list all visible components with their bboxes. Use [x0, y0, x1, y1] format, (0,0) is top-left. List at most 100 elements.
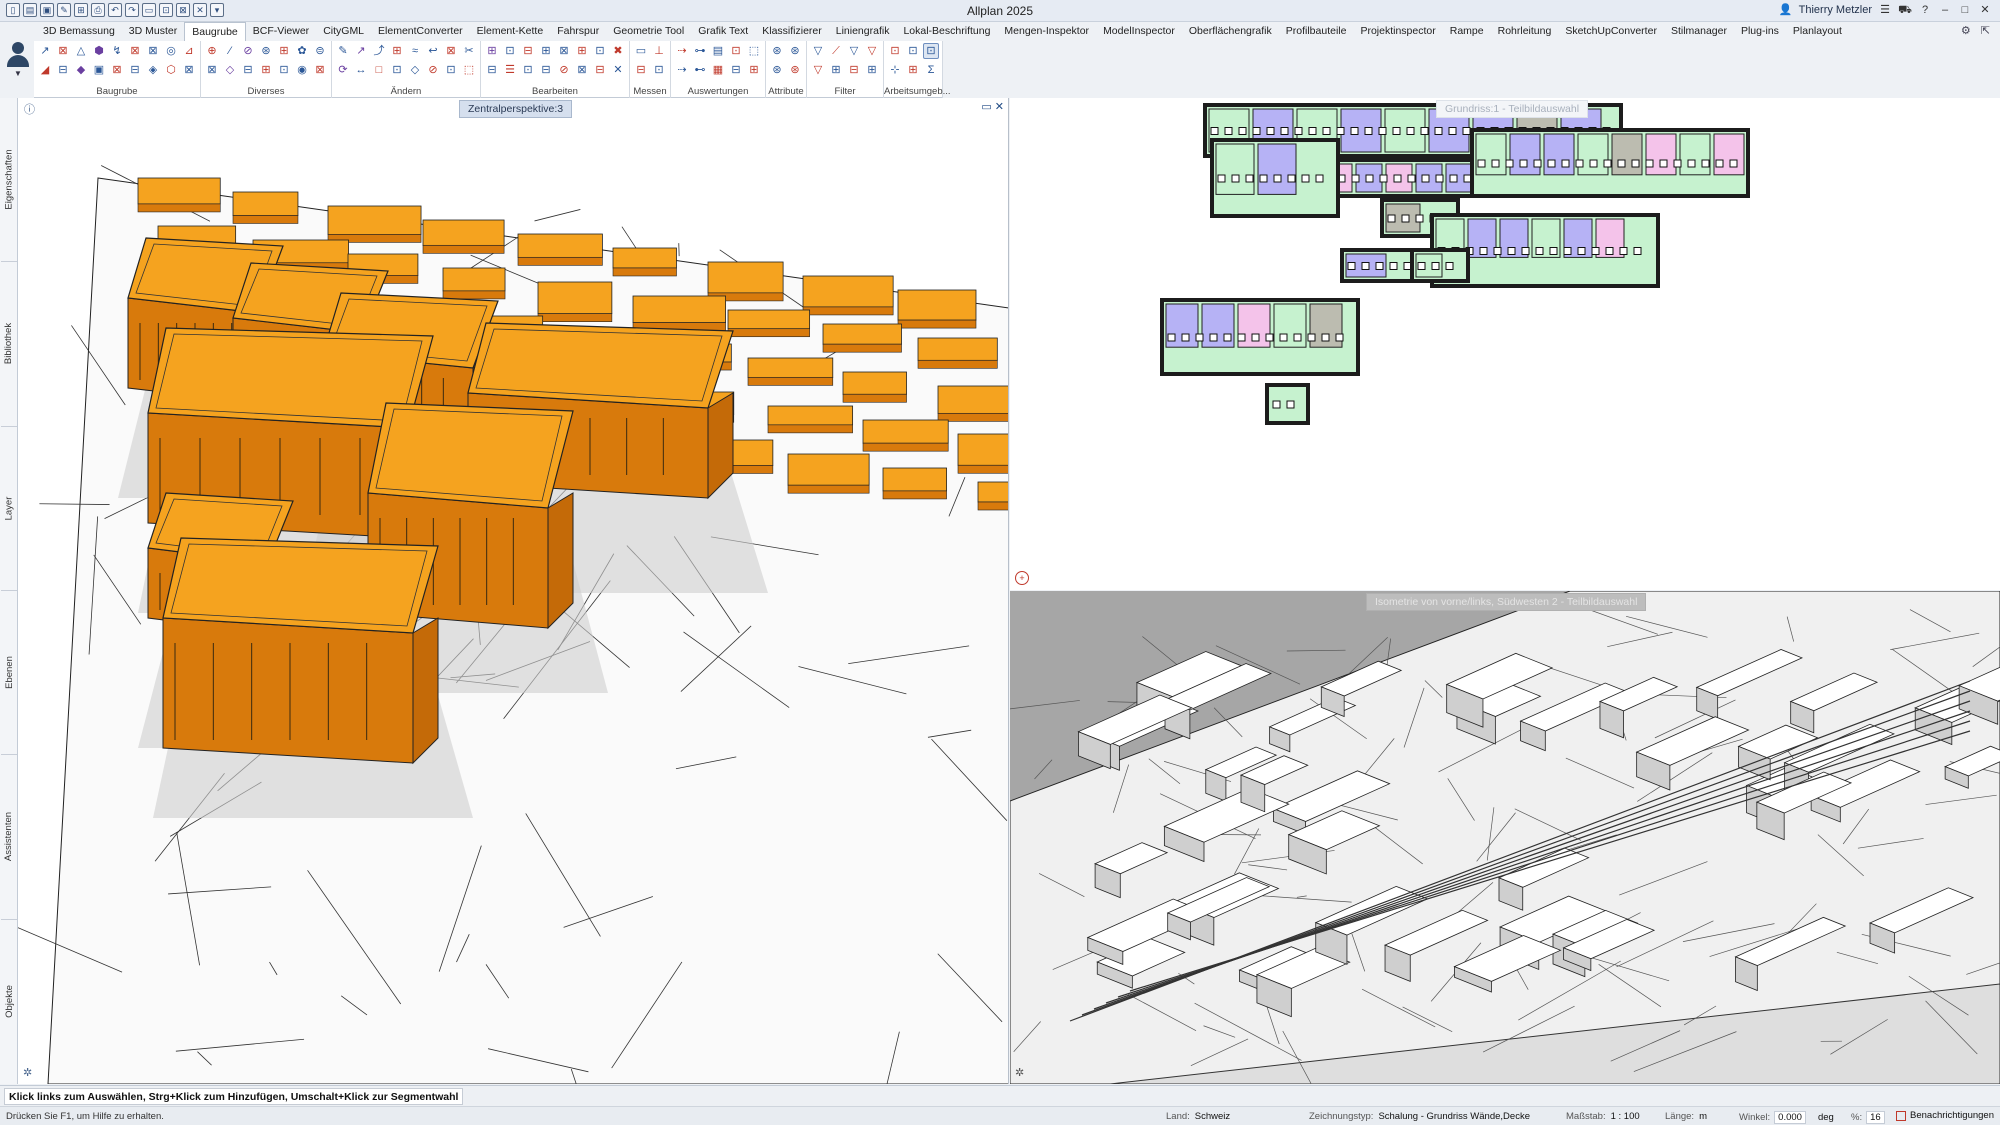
ribbon-tool-icon[interactable]: ≈: [407, 43, 423, 59]
close-viewport-icon[interactable]: ✕: [995, 100, 1004, 113]
tab-klassifizierer[interactable]: Klassifizierer: [755, 22, 829, 41]
save-as-icon[interactable]: ✎: [57, 3, 71, 17]
ribbon-tool-icon[interactable]: ⊡: [520, 62, 536, 78]
customize-icon[interactable]: ▾: [210, 3, 224, 17]
ribbon-tool-icon[interactable]: ⬢: [91, 43, 107, 59]
ribbon-tool-icon[interactable]: ⇢: [674, 43, 690, 59]
ribbon-tool-icon[interactable]: ⟋: [828, 43, 844, 59]
ribbon-tool-icon[interactable]: ⊞: [864, 62, 880, 78]
tab-baugrube[interactable]: Baugrube: [184, 22, 246, 41]
ribbon-tool-icon[interactable]: ⊞: [389, 43, 405, 59]
ribbon-tool-icon[interactable]: ▭: [633, 43, 649, 59]
ribbon-tool-icon[interactable]: ⊡: [276, 62, 292, 78]
ribbon-tool-icon[interactable]: ⊡: [443, 62, 459, 78]
ribbon-tool-icon[interactable]: ⊠: [556, 43, 572, 59]
ribbon-tool-icon[interactable]: ⊠: [181, 62, 197, 78]
ribbon-tool-icon[interactable]: ⊞: [484, 43, 500, 59]
user-name[interactable]: Thierry Metzler: [1799, 4, 1872, 16]
ribbon-tool-icon[interactable]: ◇: [222, 62, 238, 78]
ribbon-tool-icon[interactable]: ⊞: [258, 62, 274, 78]
tab-lokal-beschriftung[interactable]: Lokal-Beschriftung: [896, 22, 997, 41]
ribbon-tool-icon[interactable]: ⊟: [633, 62, 649, 78]
ribbon-tool-icon[interactable]: ⊟: [127, 62, 143, 78]
ribbon-tool-icon[interactable]: ⟳: [335, 62, 351, 78]
sidebar-tab-bibliothek[interactable]: Bibliothek: [1, 262, 17, 427]
tab-sketchupconverter[interactable]: SketchUpConverter: [1558, 22, 1664, 41]
ribbon-tool-icon[interactable]: ◢: [37, 62, 53, 78]
ribbon-tool-icon[interactable]: ☰: [502, 62, 518, 78]
info-icon[interactable]: ⓘ: [24, 101, 35, 117]
pin-icon[interactable]: ⇱: [1981, 24, 1990, 37]
tab-rampe[interactable]: Rampe: [1443, 22, 1491, 41]
tab-liniengrafik[interactable]: Liniengrafik: [829, 22, 897, 41]
notifications-button[interactable]: Benachrichtigungen: [1896, 1110, 1994, 1121]
ribbon-tool-icon[interactable]: ⊞: [538, 43, 554, 59]
ribbon-tool-icon[interactable]: ⊟: [846, 62, 862, 78]
ribbon-tool-icon[interactable]: Σ: [923, 62, 939, 78]
tab-fahrspur[interactable]: Fahrspur: [550, 22, 606, 41]
viewport-label[interactable]: Grundriss:1 - Teilbildauswahl: [1436, 100, 1589, 118]
ribbon-tool-icon[interactable]: ⊡: [728, 43, 744, 59]
ribbon-tool-icon[interactable]: ⊟: [55, 62, 71, 78]
ribbon-tool-icon[interactable]: ▽: [864, 43, 880, 59]
maximize-button[interactable]: □: [1958, 3, 1972, 17]
ribbon-tool-icon[interactable]: ↗: [37, 43, 53, 59]
ribbon-tool-icon[interactable]: ⊞: [746, 62, 762, 78]
perspective-3d-model[interactable]: [18, 98, 1009, 1084]
ribbon-tool-icon[interactable]: ⊟: [484, 62, 500, 78]
ribbon-tool-icon[interactable]: ⊞: [574, 43, 590, 59]
avatar[interactable]: ▼: [3, 40, 33, 85]
viewport-floorplan[interactable]: Grundriss:1 - Teilbildauswahl: [1010, 98, 2000, 590]
ribbon-tool-icon[interactable]: ⊠: [109, 62, 125, 78]
ribbon-tool-icon[interactable]: ↯: [109, 43, 125, 59]
sidebar-tab-assistenten[interactable]: Assistenten: [1, 755, 17, 920]
sidebar-tab-layer[interactable]: Layer: [1, 427, 17, 591]
ribbon-tool-icon[interactable]: ⊘: [240, 43, 256, 59]
print-icon[interactable]: ⎙: [91, 3, 105, 17]
status-zeichnungstyp[interactable]: Zeichnungstyp: Schalung - Grundriss Wände…: [1309, 1111, 1530, 1122]
tab-projektinspector[interactable]: Projektinspector: [1353, 22, 1442, 41]
ribbon-tool-icon[interactable]: ⊟: [592, 62, 608, 78]
ribbon-tool-icon[interactable]: ⊛: [769, 62, 785, 78]
ribbon-tool-icon[interactable]: ⊞: [828, 62, 844, 78]
tab-3d-bemassung[interactable]: 3D Bemassung: [36, 22, 122, 41]
tab-oberflächengrafik[interactable]: Oberflächengrafik: [1182, 22, 1279, 41]
minimize-button[interactable]: –: [1938, 3, 1952, 17]
ribbon-tool-icon[interactable]: ◎: [163, 43, 179, 59]
ribbon-tool-icon[interactable]: ⊠: [574, 62, 590, 78]
ribbon-tool-icon[interactable]: ◇: [407, 62, 423, 78]
cart-icon[interactable]: ⛟: [1898, 3, 1912, 17]
status-winkel[interactable]: Winkel: 0.000 deg: [1739, 1111, 1834, 1124]
ribbon-tool-icon[interactable]: ⊹: [887, 62, 903, 78]
status-massstab[interactable]: Maßstab: 1 : 100: [1566, 1111, 1640, 1122]
ribbon-tool-icon[interactable]: ▽: [810, 62, 826, 78]
ribbon-tool-icon[interactable]: ✎: [335, 43, 351, 59]
tab-element-kette[interactable]: Element-Kette: [470, 22, 551, 41]
tab-geometrie-tool[interactable]: Geometrie Tool: [606, 22, 691, 41]
status-land[interactable]: Land: Schweiz: [1166, 1111, 1230, 1122]
ribbon-tool-icon[interactable]: ▽: [810, 43, 826, 59]
ribbon-tool-icon[interactable]: ⊞: [276, 43, 292, 59]
ribbon-tool-icon[interactable]: ⊟: [728, 62, 744, 78]
ribbon-tool-icon[interactable]: ⊘: [425, 62, 441, 78]
ribbon-tool-icon[interactable]: ⊡: [651, 62, 667, 78]
ribbon-tool-icon[interactable]: ⊕: [204, 43, 220, 59]
ribbon-tool-icon[interactable]: ◈: [145, 62, 161, 78]
ribbon-tool-icon[interactable]: ◉: [294, 62, 310, 78]
window-icon[interactable]: ⊡: [159, 3, 173, 17]
save-icon[interactable]: ▣: [40, 3, 54, 17]
ribbon-tool-icon[interactable]: ⊠: [55, 43, 71, 59]
tab-citygml[interactable]: CityGML: [316, 22, 371, 41]
sidebar-tab-eigenschaften[interactable]: Eigenschaften: [1, 98, 17, 263]
tab-modelinspector[interactable]: ModelInspector: [1096, 22, 1182, 41]
chevron-down-icon[interactable]: ▼: [14, 69, 22, 78]
list-icon[interactable]: ☰: [1878, 3, 1892, 17]
help-icon[interactable]: ?: [1918, 3, 1932, 17]
layout-icon[interactable]: ⊞: [74, 3, 88, 17]
ribbon-tool-icon[interactable]: ⊠: [127, 43, 143, 59]
ribbon-tool-icon[interactable]: ✖: [610, 43, 626, 59]
viewport-label[interactable]: Zentralperspektive:3: [459, 100, 573, 118]
ribbon-tool-icon[interactable]: ⁄: [222, 43, 238, 59]
ribbon-tool-icon[interactable]: ⇢: [674, 62, 690, 78]
tab-rohrleitung[interactable]: Rohrleitung: [1491, 22, 1559, 41]
